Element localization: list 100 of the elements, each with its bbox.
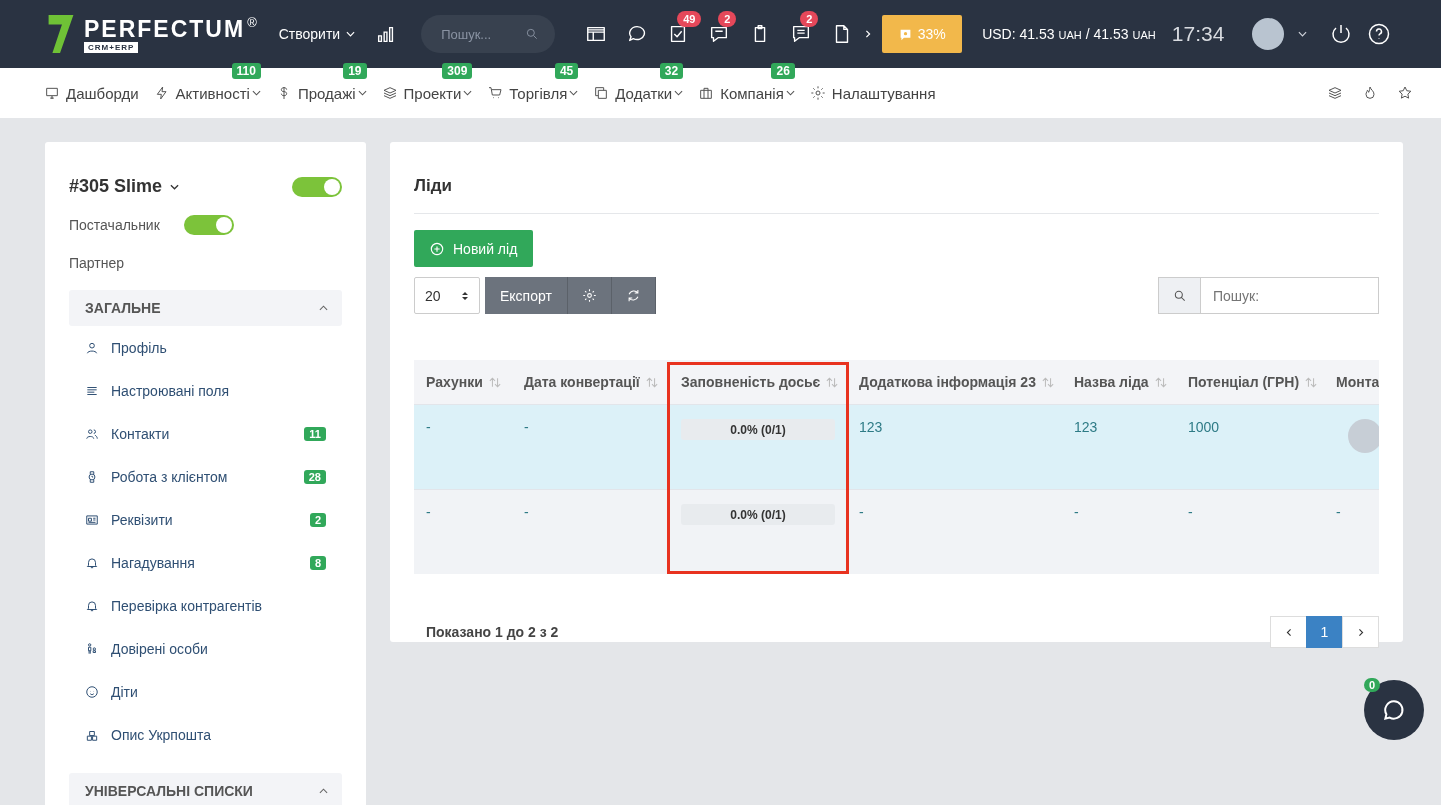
- sidebar-item[interactable]: Робота з клієнтом: [111, 468, 228, 485]
- menu-icon: [85, 641, 99, 656]
- table-cell: -: [1336, 504, 1341, 520]
- sort-icon: [1154, 376, 1167, 388]
- column-header[interactable]: Дата конвертації: [512, 360, 669, 405]
- column-header[interactable]: Рахунки: [414, 360, 512, 405]
- menu-icon: [85, 340, 99, 355]
- refresh-button[interactable]: [611, 277, 656, 314]
- chevron-left-icon: [1284, 626, 1293, 638]
- section-header[interactable]: УНІВЕРСАЛЬНІ СПИСКИ: [69, 773, 342, 805]
- logo-name: PERFECTUM: [84, 15, 246, 42]
- search-icon: [525, 27, 540, 41]
- sort-icon: [1041, 376, 1054, 388]
- nav-icon: [487, 85, 504, 101]
- search-field[interactable]: Пошук...: [421, 15, 556, 53]
- count-badge: 28: [303, 469, 326, 484]
- nav-menu-item[interactable]: Додатки: [615, 84, 673, 102]
- nav-menu-item[interactable]: Налаштування: [831, 84, 936, 102]
- logo-seven-icon: [46, 13, 76, 55]
- sidebar-item[interactable]: Профіль: [111, 339, 167, 356]
- flag-label: Постачальник: [69, 217, 160, 233]
- refresh-icon: [625, 288, 641, 303]
- chat-image-icon: [898, 27, 912, 41]
- table-row[interactable]: - - 0.0% (0/1) 123 123 1000: [414, 404, 1379, 490]
- completeness-bar: 0.0% (0/1): [681, 504, 835, 525]
- menu-icon: [85, 598, 99, 613]
- sort-icon: [826, 376, 839, 388]
- page-button[interactable]: 1: [1306, 616, 1343, 648]
- registered-mark: ®: [247, 15, 257, 30]
- sort-icon: [1305, 376, 1318, 388]
- active-toggle[interactable]: [292, 176, 342, 197]
- client-title-dropdown[interactable]: #305 Slime: [69, 176, 180, 197]
- avatar[interactable]: [1252, 18, 1285, 50]
- nav-icon: [809, 85, 826, 101]
- table-cell: 123: [859, 419, 883, 435]
- caret-icon: [319, 788, 328, 794]
- nav-menu-item[interactable]: Дашборди: [66, 84, 139, 102]
- sidebar-item[interactable]: Опис Укрпошта: [111, 726, 211, 743]
- nav-icon: [593, 85, 610, 101]
- chevron-right-icon: [1356, 626, 1365, 638]
- sidebar-item[interactable]: Перевірка контрагентів: [111, 597, 262, 614]
- table-cell: 123: [1074, 419, 1098, 435]
- settings-icon: [581, 288, 597, 303]
- layers-icon[interactable]: [1327, 85, 1343, 101]
- search-field[interactable]: Пошук:: [1201, 277, 1379, 314]
- sidebar-item[interactable]: Діти: [111, 683, 138, 700]
- nav-menu-item[interactable]: Активності: [175, 84, 250, 102]
- table-cell: -: [426, 419, 431, 435]
- nav-icon: [381, 85, 398, 101]
- logo[interactable]: PERFECTUM® CRM+ERP: [46, 13, 257, 55]
- nav-menu-item[interactable]: Проекти: [403, 84, 462, 102]
- currency-rate: USD: 41.53 UAH / 41.53 UAH: [982, 26, 1156, 42]
- star-icon[interactable]: [1397, 85, 1413, 101]
- nav-icon: [44, 85, 60, 101]
- notification-badge: 49: [677, 11, 702, 27]
- nav-menu-item[interactable]: Торгівля: [509, 84, 568, 102]
- caret-icon[interactable]: [1298, 31, 1308, 37]
- card-title: Ліди: [414, 176, 1379, 214]
- completeness-bar: 0.0% (0/1): [681, 419, 835, 440]
- menu-icon: [85, 512, 99, 527]
- sidebar-item[interactable]: Контакти: [111, 425, 170, 442]
- table-row[interactable]: - - 0.0% (0/1) - - - -: [414, 489, 1379, 574]
- sidebar-item[interactable]: Нагадування: [111, 554, 195, 571]
- notification-badge: 2: [800, 11, 819, 27]
- table-cell: -: [1188, 504, 1193, 520]
- sort-icon: [645, 376, 658, 388]
- column-header[interactable]: Монта: [1326, 360, 1379, 405]
- export-button[interactable]: Експорт: [485, 277, 568, 314]
- sidebar-item[interactable]: Настроювані поля: [111, 382, 229, 399]
- menu-icon: [85, 684, 99, 699]
- chevron-right-icon[interactable]: [864, 28, 873, 40]
- count-badge: 0: [1364, 678, 1381, 692]
- menu-icon: [85, 555, 99, 570]
- create-menu-button[interactable]: Створити: [278, 26, 356, 42]
- plus-circle-icon: [430, 241, 444, 256]
- nav-menu-item[interactable]: Продажі: [297, 84, 356, 102]
- count-badge: 8: [309, 555, 326, 570]
- nav-icon: [698, 85, 715, 101]
- previous-page-button[interactable]: [1270, 616, 1307, 648]
- page-size-select[interactable]: 20: [414, 277, 480, 314]
- column-header[interactable]: Потенціал (ГРН): [1176, 360, 1326, 405]
- column-header[interactable]: Додаткова інформація 23: [847, 360, 1062, 405]
- column-header[interactable]: Заповненість досьє: [669, 360, 847, 405]
- sidebar-item[interactable]: Реквізити: [111, 511, 173, 528]
- section-header[interactable]: ЗАГАЛЬНЕ: [69, 290, 342, 326]
- column-header[interactable]: Назва ліда: [1062, 360, 1176, 405]
- table-cell: -: [1074, 504, 1079, 520]
- flag-toggle[interactable]: [183, 215, 234, 235]
- nav-menu-item[interactable]: Компанія: [720, 84, 784, 102]
- search-icon: [1172, 288, 1187, 303]
- sidebar-item[interactable]: Довірені особи: [111, 640, 208, 657]
- flame-icon[interactable]: [1362, 85, 1378, 101]
- caret-icon: [319, 305, 328, 311]
- table-cell: -: [426, 504, 431, 520]
- avatar: [1348, 419, 1379, 453]
- help-icon[interactable]: [1367, 22, 1392, 46]
- sort-arrows-icon: [461, 289, 469, 302]
- table-cell: 1000: [1188, 419, 1220, 435]
- table-cell: -: [524, 419, 529, 435]
- sort-icon: [488, 376, 501, 388]
